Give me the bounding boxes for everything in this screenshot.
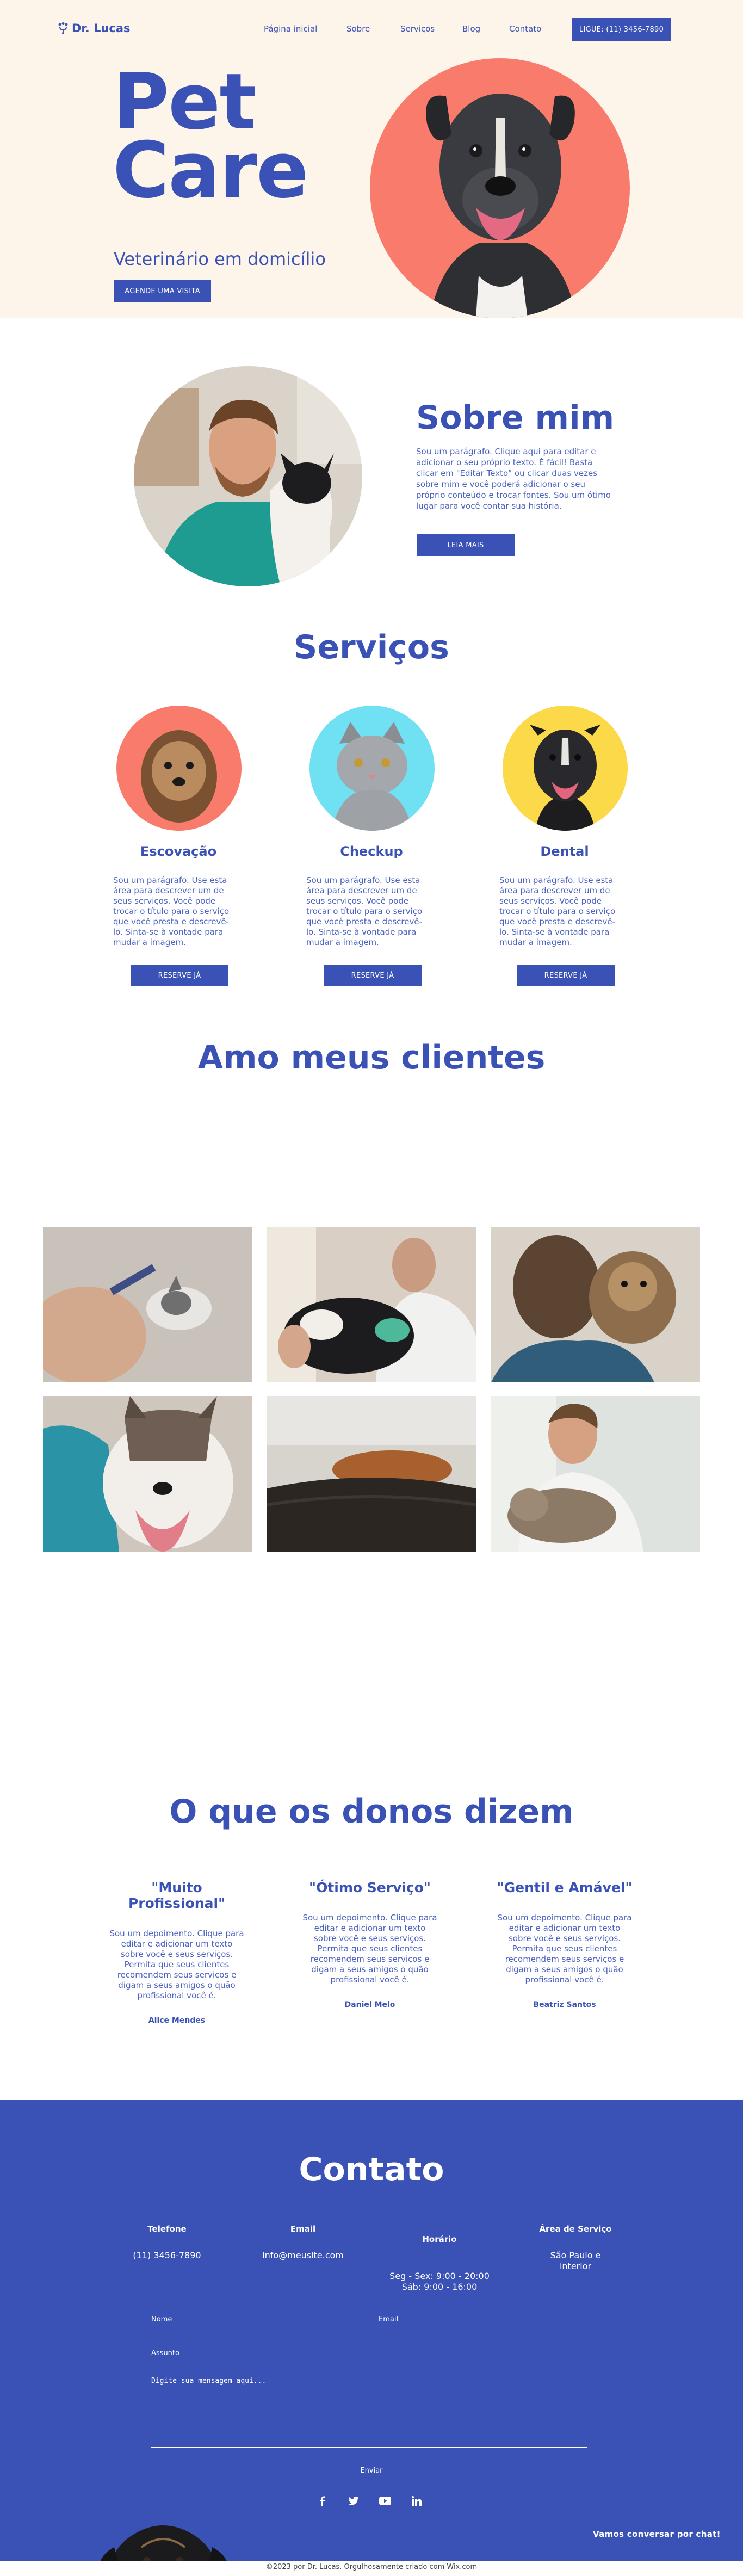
gallery-image-kitten-vet[interactable] bbox=[43, 1227, 252, 1382]
contact-value: São Paulo e interior bbox=[550, 2250, 601, 2271]
peeking-dog-image bbox=[92, 2509, 235, 2561]
gallery-image-vet-with-cat[interactable] bbox=[491, 1396, 700, 1552]
hero-title-line2: Care bbox=[113, 126, 308, 215]
nav-item-about[interactable]: Sobre bbox=[346, 24, 400, 34]
about-section: Sobre mim Sou um parágrafo. Clique aqui … bbox=[0, 318, 743, 628]
hero-section: Dr. Lucas Página inicial Sobre Serviços … bbox=[0, 0, 743, 318]
message-textarea[interactable]: Digite sua mensagem aqui... bbox=[151, 2377, 587, 2448]
services-title: Serviços bbox=[294, 628, 449, 666]
book-now-button[interactable]: RESERVE JÁ bbox=[131, 965, 228, 986]
testimonial-card: "Gentil e Amável" Sou um depoimento. Cli… bbox=[491, 1880, 638, 2009]
gray-cat-image bbox=[309, 706, 435, 831]
book-now-button[interactable]: RESERVE JÁ bbox=[324, 965, 422, 986]
chat-button[interactable]: Vamos conversar por chat! bbox=[593, 2529, 721, 2539]
service-name: Checkup bbox=[340, 844, 403, 859]
subject-label: Assunto bbox=[151, 2349, 179, 2357]
book-now-button[interactable]: RESERVE JÁ bbox=[517, 965, 615, 986]
nav-item-contact[interactable]: Contato bbox=[509, 24, 553, 34]
client-gallery bbox=[0, 1227, 743, 1793]
site-logo[interactable]: Dr. Lucas bbox=[58, 22, 131, 35]
testimonial-text: Sou um depoimento. Clique para editar e … bbox=[497, 1913, 632, 1985]
social-links bbox=[314, 2493, 424, 2509]
site-footer: ©2023 por Dr. Lucas. Orgulhosamente cria… bbox=[0, 2561, 743, 2576]
contact-heading: Telefone bbox=[147, 2224, 187, 2234]
contact-heading: Email bbox=[290, 2224, 316, 2234]
contact-value: (11) 3456-7890 bbox=[133, 2250, 201, 2260]
testimonial-card: "Muito Profissional" Sou um depoimento. … bbox=[103, 1880, 250, 2025]
contact-area: Área de Serviço São Paulo e interior bbox=[510, 2224, 641, 2272]
nav-item-services[interactable]: Serviços bbox=[400, 24, 462, 34]
email-field[interactable]: Email bbox=[379, 2315, 590, 2327]
contact-title: Contato bbox=[299, 2151, 444, 2189]
contact-hours: Horário Seg - Sex: 9:00 - 20:00 Sáb: 9:0… bbox=[374, 2224, 505, 2303]
service-name: Escovação bbox=[140, 844, 217, 859]
clients-title: Amo meus clientes bbox=[197, 1039, 546, 1077]
facebook-icon[interactable] bbox=[314, 2493, 330, 2509]
linkedin-icon[interactable] bbox=[409, 2493, 424, 2509]
service-description: Sou um parágrafo. Use esta área para des… bbox=[113, 875, 230, 947]
message-placeholder: Digite sua mensagem aqui... bbox=[151, 2377, 267, 2385]
service-description: Sou um parágrafo. Use esta área para des… bbox=[499, 875, 616, 947]
service-card: Escovação Sou um parágrafo. Use esta áre… bbox=[113, 706, 244, 986]
testimonial-card: "Ótimo Serviço" Sou um depoimento. Cliqu… bbox=[296, 1880, 443, 2009]
email-label: Email bbox=[379, 2315, 399, 2324]
nav-item-home[interactable]: Página inicial bbox=[264, 24, 346, 34]
hero-subtitle: Veterinário em domicílio bbox=[114, 249, 326, 269]
testimonial-text: Sou um depoimento. Clique para editar e … bbox=[302, 1913, 437, 1985]
gallery-image-vet-dog-exam[interactable] bbox=[267, 1227, 476, 1382]
gallery-image-husky[interactable] bbox=[43, 1396, 252, 1552]
about-paragraph: Sou um parágrafo. Clique aqui para edita… bbox=[416, 447, 611, 511]
logo-text: Dr. Lucas bbox=[72, 22, 131, 35]
call-button[interactable]: LIGUE: (11) 3456-7890 bbox=[572, 18, 671, 41]
hero-title: Pet Care bbox=[113, 64, 308, 215]
yorkie-image bbox=[116, 706, 242, 831]
service-description: Sou um parágrafo. Use esta área para des… bbox=[306, 875, 423, 947]
testimonial-text: Sou um depoimento. Clique para editar e … bbox=[109, 1929, 244, 2000]
service-name: Dental bbox=[540, 844, 589, 859]
name-label: Nome bbox=[151, 2315, 172, 2324]
youtube-icon[interactable] bbox=[377, 2493, 393, 2509]
service-card: Checkup Sou um parágrafo. Use esta área … bbox=[306, 706, 437, 986]
schedule-visit-button[interactable]: AGENDE UMA VISITA bbox=[114, 280, 211, 302]
nav-item-blog[interactable]: Blog bbox=[462, 24, 509, 34]
send-button[interactable]: Enviar bbox=[0, 2467, 743, 2475]
black-dog-image bbox=[503, 706, 628, 831]
gallery-image-yorkie-shoulder[interactable] bbox=[491, 1227, 700, 1382]
testimonials-section: O que os donos dizem "Muito Profissional… bbox=[0, 1793, 743, 2100]
contact-heading: Área de Serviço bbox=[539, 2224, 612, 2234]
testimonial-quote: "Muito Profissional" bbox=[128, 1880, 226, 1911]
subject-field[interactable]: Assunto bbox=[151, 2349, 587, 2361]
contact-value[interactable]: info@meusite.com bbox=[238, 2250, 368, 2261]
testimonial-author: Alice Mendes bbox=[148, 2016, 206, 2025]
testimonials-title: O que os donos dizem bbox=[169, 1793, 574, 1831]
hero-dog-image bbox=[370, 58, 630, 318]
contact-section: Contato Telefone (11) 3456-7890 Email in… bbox=[0, 2100, 743, 2561]
main-nav: Página inicial Sobre Serviços Blog Conta… bbox=[264, 24, 553, 34]
read-more-button[interactable]: LEIA MAIS bbox=[417, 534, 515, 556]
vet-with-dog-photo bbox=[134, 366, 362, 586]
name-field[interactable]: Nome bbox=[151, 2315, 364, 2327]
footer-text: ©2023 por Dr. Lucas. Orgulhosamente cria… bbox=[265, 2563, 478, 2571]
contact-heading: Horário bbox=[422, 2234, 457, 2244]
gallery-image-dog-bed[interactable] bbox=[267, 1396, 476, 1552]
testimonial-quote: "Gentil e Amável" bbox=[497, 1880, 633, 1895]
testimonial-author: Beatriz Santos bbox=[533, 2000, 596, 2009]
paw-stethoscope-icon bbox=[58, 22, 68, 34]
contact-email: Email info@meusite.com bbox=[238, 2224, 368, 2261]
contact-value: Seg - Sex: 9:00 - 20:00 Sáb: 9:00 - 16:0… bbox=[389, 2271, 490, 2292]
services-section: Serviços Escovação Sou um parágrafo. Use… bbox=[0, 628, 743, 1227]
contact-phone: Telefone (11) 3456-7890 bbox=[102, 2224, 232, 2261]
testimonial-author: Daniel Melo bbox=[344, 2000, 395, 2009]
twitter-icon[interactable] bbox=[346, 2493, 361, 2509]
about-title: Sobre mim bbox=[416, 399, 615, 437]
testimonial-quote: "Ótimo Serviço" bbox=[309, 1880, 431, 1895]
service-card: Dental Sou um parágrafo. Use esta área p… bbox=[499, 706, 630, 986]
